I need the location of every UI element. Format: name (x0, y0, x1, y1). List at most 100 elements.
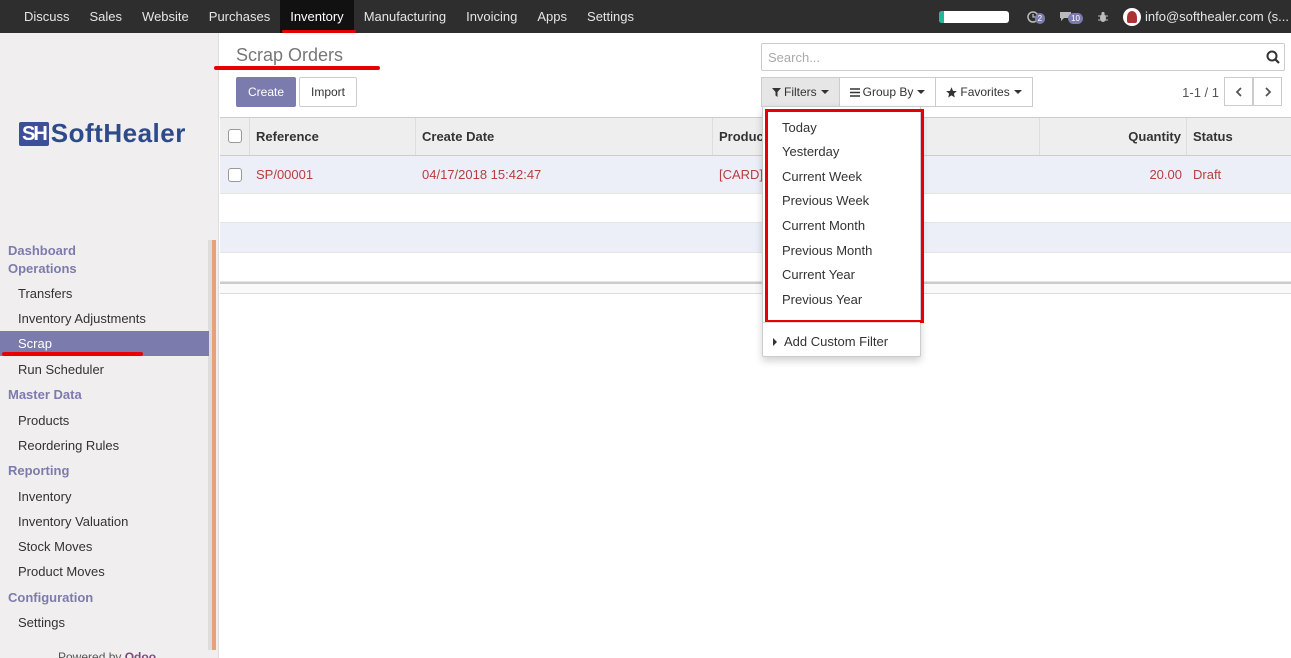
sidebar-item-run-scheduler[interactable]: Run Scheduler (0, 357, 209, 382)
logo-text: SoftHealer (50, 118, 186, 148)
menu-purchases[interactable]: Purchases (199, 0, 280, 33)
empty-row (220, 223, 1291, 253)
menu-website[interactable]: Website (132, 0, 199, 33)
sidebar-section-configuration: Configuration (8, 590, 94, 605)
sidebar-item-inventory-valuation[interactable]: Inventory Valuation (0, 509, 209, 534)
import-button[interactable]: Import (299, 77, 358, 107)
cell-reference: SP/00001 (256, 167, 314, 182)
chevron-down-icon (917, 90, 926, 94)
sidebar-nav: Dashboard Operations Transfers Inventory… (0, 240, 209, 635)
filter-today[interactable]: Today (782, 120, 817, 135)
sidebar-item-transfers[interactable]: Transfers (0, 281, 209, 306)
group-by-button[interactable]: Group By (838, 77, 937, 107)
logo-mark: SH (19, 121, 49, 146)
powered-by-brand[interactable]: Odoo (125, 650, 156, 658)
sidebar-scrollbar[interactable] (212, 240, 216, 650)
table-footer (220, 282, 1291, 294)
add-custom-filter-label: Add Custom Filter (784, 334, 889, 349)
select-all-cell (220, 118, 250, 155)
pager-next-button[interactable] (1253, 77, 1282, 106)
activity-button[interactable]: 2 (1026, 9, 1046, 24)
sidebar-item-product-moves[interactable]: Product Moves (0, 559, 209, 584)
user-menu[interactable]: info@softhealer.com (s... (1145, 9, 1291, 24)
filter-previous-year[interactable]: Previous Year (782, 292, 862, 307)
cell-status: Draft (1193, 167, 1222, 182)
filter-current-week[interactable]: Current Week (782, 169, 862, 184)
menu-sales[interactable]: Sales (80, 0, 133, 33)
app-menu: Discuss Sales Website Purchases Inventor… (0, 0, 644, 33)
row-select-cell (220, 156, 250, 193)
sidebar-item-settings[interactable]: Settings (0, 610, 209, 635)
filters-highlight-box (765, 109, 924, 323)
sidebar-item-inventory-report[interactable]: Inventory (0, 484, 209, 509)
scrap-table: Reference Create Date Produc Quantity St… (220, 117, 1291, 294)
empty-row (220, 194, 1291, 223)
chevron-down-icon (820, 90, 829, 94)
cell-quantity: 20.00 (1149, 167, 1182, 182)
powered-by: Powered by Odoo (58, 650, 156, 658)
search-box (761, 43, 1285, 71)
filters-dropdown: Today Yesterday Current Week Previous We… (762, 106, 924, 357)
pager-previous-button[interactable] (1224, 77, 1253, 106)
debug-button[interactable] (1097, 11, 1109, 23)
messages-button[interactable]: 10 (1059, 9, 1084, 24)
systray: 2 10 info@softhealer.com (s... (938, 0, 1291, 33)
sidebar-item-scrap[interactable]: Scrap (0, 331, 209, 356)
sidebar: SH SoftHealer Dashboard Operations Trans… (0, 33, 219, 658)
menu-settings[interactable]: Settings (577, 0, 644, 33)
favorites-label: Favorites (960, 85, 1010, 99)
activity-badge: 2 (1034, 13, 1046, 24)
menu-manufacturing[interactable]: Manufacturing (354, 0, 456, 33)
search-input[interactable] (762, 44, 1242, 70)
sidebar-section-reporting: Reporting (8, 463, 70, 478)
filter-icon (772, 87, 781, 97)
messages-badge: 10 (1068, 13, 1084, 24)
group-by-label: Group By (862, 85, 914, 99)
select-all-checkbox[interactable] (228, 128, 242, 143)
filters-button[interactable]: Filters (761, 77, 840, 107)
list-icon (849, 87, 860, 97)
table-header: Reference Create Date Produc Quantity St… (220, 117, 1291, 156)
sidebar-item-inventory-adjustments[interactable]: Inventory Adjustments (0, 306, 209, 331)
filter-previous-month[interactable]: Previous Month (782, 243, 872, 258)
pager-value[interactable]: 1-1 / 1 (1182, 85, 1219, 100)
company-logo: SH SoftHealer (19, 118, 186, 149)
add-custom-filter[interactable]: Add Custom Filter (773, 334, 888, 349)
chevron-right-icon (1264, 86, 1271, 97)
star-icon (946, 86, 958, 97)
menu-invoicing[interactable]: Invoicing (456, 0, 527, 33)
search-options: Filters Group By Favorites (761, 77, 1033, 107)
progress-bar[interactable] (938, 10, 1009, 23)
menu-discuss[interactable]: Discuss (14, 0, 80, 33)
sidebar-item-reordering-rules[interactable]: Reordering Rules (0, 433, 209, 458)
chevron-left-icon (1235, 86, 1242, 97)
table-row[interactable]: SP/00001 04/17/2018 15:42:47 [CARD] 20.0… (220, 156, 1291, 194)
bug-icon (1098, 11, 1109, 22)
row-checkbox[interactable] (228, 167, 242, 182)
filter-previous-week[interactable]: Previous Week (782, 193, 869, 208)
column-create-date[interactable]: Create Date (416, 118, 713, 155)
filters-label: Filters (784, 85, 817, 99)
column-reference[interactable]: Reference (250, 118, 416, 155)
avatar[interactable] (1123, 7, 1142, 26)
favorites-button[interactable]: Favorites (935, 77, 1033, 107)
sidebar-section-operations: Operations (8, 261, 77, 276)
create-button[interactable]: Create (236, 77, 297, 107)
filter-current-year[interactable]: Current Year (782, 267, 855, 282)
progress-fill (938, 10, 945, 23)
main-content: Scrap Orders Create Import Filters Group… (214, 33, 1291, 658)
search-icon[interactable] (1266, 50, 1280, 64)
filter-current-month[interactable]: Current Month (782, 218, 865, 233)
cell-create-date: 04/17/2018 15:42:47 (422, 167, 542, 182)
sidebar-item-products[interactable]: Products (0, 408, 209, 433)
column-quantity[interactable]: Quantity (1040, 118, 1187, 155)
column-status[interactable]: Status (1187, 118, 1291, 155)
filter-yesterday[interactable]: Yesterday (782, 144, 839, 159)
sidebar-section-dashboard[interactable]: Dashboard (0, 242, 209, 260)
menu-apps[interactable]: Apps (527, 0, 577, 33)
menu-inventory[interactable]: Inventory (280, 0, 357, 33)
sidebar-item-stock-moves[interactable]: Stock Moves (0, 534, 209, 559)
sidebar-section-master-data: Master Data (8, 387, 82, 402)
empty-row (220, 253, 1291, 282)
dropdown-divider (763, 322, 920, 323)
